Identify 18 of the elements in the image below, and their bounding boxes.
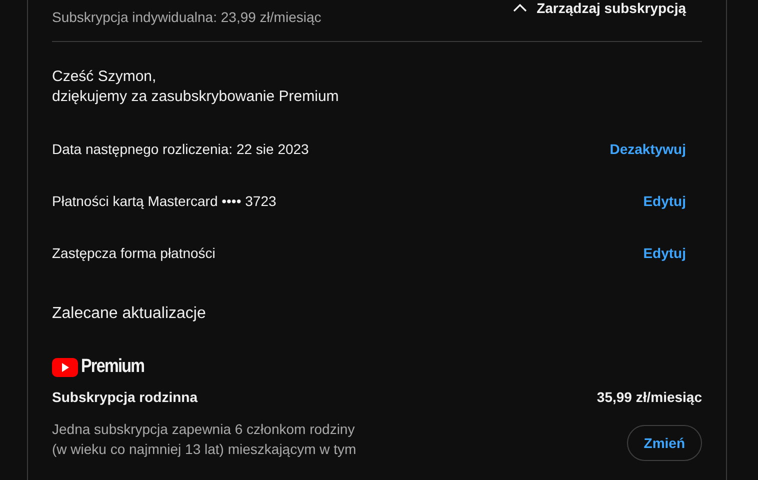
action-link[interactable]: Edytuj (643, 245, 686, 261)
plan-name: Subskrypcja rodzinna (52, 389, 198, 405)
plan-price-text: Subskrypcja indywidualna: 23,99 zł/miesiąc (52, 9, 322, 25)
manage-subscription-button[interactable]: Zarządzaj subskrypcją (512, 0, 702, 16)
billing-info-text: Data następnego rozliczenia: 22 sie 2023 (52, 141, 309, 157)
play-logo-icon (52, 358, 78, 376)
billing-info-text: Zastępcza forma płatności (52, 245, 216, 261)
plan-description: Jedna subskrypcja zapewnia 6 członkom rodziny (w wieku co najmniej 13 lat) mieszkającym w tym (52, 420, 358, 459)
change-button[interactable]: Zmień (626, 425, 702, 461)
action-link[interactable]: Edytuj (643, 193, 686, 209)
billing-info-text: Płatności kartą Mastercard •••• 3723 (52, 193, 276, 209)
section-title: Zalecane aktualizacje (52, 305, 207, 323)
greeting-text: Cześć Szymon, (52, 67, 158, 87)
caret-icon (512, 4, 527, 12)
action-link[interactable]: Dezaktywuj (610, 141, 686, 157)
plan-price: 35,99 zł/miesiąc (596, 389, 702, 405)
logo-text: Premium (81, 356, 144, 378)
greeting-text: dziękujemy za zasubskrybowanie Premium (52, 87, 340, 107)
